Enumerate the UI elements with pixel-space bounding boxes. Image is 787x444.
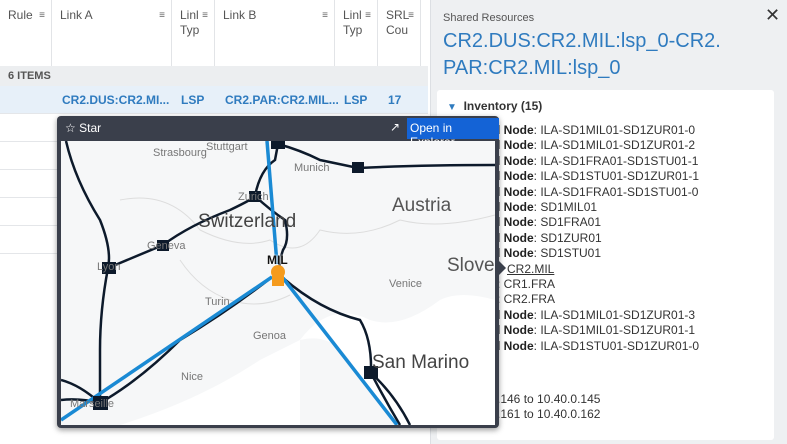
column-header-link-b-type[interactable]: Linl Typ ≡ (335, 0, 378, 66)
map-label: Geneva (147, 240, 186, 252)
inventory-item[interactable]: l Node: ILA-SD1MIL01-SD1ZUR01-2 (497, 138, 695, 152)
panel-subtitle: Shared Resources (443, 12, 535, 24)
filter-icon[interactable]: ≡ (322, 8, 328, 23)
inventory-item-value: : ILA-SD1STU01-SD1ZUR01-0 (533, 338, 700, 353)
inventory-item[interactable]: l Node: ILA-SD1FRA01-SD1STU01-1 (497, 154, 698, 168)
inventory-item[interactable]: l Node: ILA-SD1STU01-SD1ZUR01-0 (497, 339, 699, 353)
inventory-item-value: : SD1FRA01 (533, 215, 602, 230)
link-range-item: .146 to 10.40.0.145 (497, 392, 601, 406)
node-mil[interactable] (271, 265, 285, 279)
inventory-item-value: : ILA-SD1FRA01-SD1STU01-0 (533, 184, 699, 199)
inventory-item-type: l Node (497, 153, 534, 168)
map-label: Strasbourg (153, 147, 207, 159)
inventory-item-value: : SD1STU01 (533, 246, 602, 261)
inventory-item[interactable]: : CR2.FRA (497, 292, 555, 306)
filter-icon[interactable]: ≡ (159, 8, 165, 23)
inventory-item-value: CR2.MIL (507, 261, 555, 276)
column-header-link-a-type[interactable]: Linl Typ ≡ (172, 0, 215, 66)
inventory-item-type: l Node (497, 123, 534, 137)
map-label: Zurich (238, 191, 269, 203)
map-label: Venice (389, 278, 423, 290)
panel-title: CR2.DUS:CR2.MIL:lsp_0-CR2.PAR:CR2.MIL:ls… (443, 30, 721, 79)
inventory-item-type: l Node (497, 200, 534, 214)
inventory-item-type: l Node (497, 169, 534, 184)
inventory-item-value: : ILA-SD1MIL01-SD1ZUR01-3 (533, 307, 696, 322)
external-link-icon: ↗ (390, 120, 401, 134)
inventory-item-type: l Node (497, 215, 534, 230)
map-canvas (61, 141, 495, 425)
column-header-rule[interactable]: Rule ≡ (0, 0, 52, 66)
inventory-item-value: : ILA-SD1MIL01-SD1ZUR01-1 (533, 323, 696, 338)
table-row[interactable]: CR2.DUS:CR2.MI... LSP CR2.PAR:CR2.MIL...… (0, 86, 428, 114)
map-label: San Marino (372, 352, 470, 373)
inventory-toggle[interactable]: ▼ Inventory (15) (447, 99, 542, 113)
map-label: Switzerland (198, 211, 297, 232)
map-label: Marseille (70, 398, 115, 410)
inventory-item-type: l Node (497, 338, 534, 353)
caret-down-icon: ▼ (447, 102, 457, 113)
map-label: Slover (447, 255, 495, 276)
inventory-item[interactable]: : CR1.FRA (497, 277, 555, 291)
popup-arrow (499, 261, 506, 275)
link-range-item: .161 to 10.40.0.162 (497, 407, 601, 422)
inventory-item[interactable]: CR2.MIL (507, 262, 554, 276)
map-label: Austria (392, 195, 452, 216)
inventory-item[interactable]: l Node: ILA-SD1MIL01-SD1ZUR01-1 (497, 323, 695, 337)
column-header-link-a[interactable]: Link A ≡ (52, 0, 172, 66)
open-in-explorer-button[interactable]: Open in Explorer (407, 118, 499, 149)
map-label-mil: MIL (267, 253, 288, 267)
inventory-item[interactable]: l Node: ILA-SD1MIL01-SD1ZUR01-3 (497, 308, 695, 322)
column-header-link-b[interactable]: Link B ≡ (215, 0, 335, 66)
column-header-srlg-count[interactable]: SRL Cou ≡ (378, 0, 421, 66)
filter-icon[interactable]: ≡ (39, 8, 45, 23)
star-button[interactable]: ☆ Star (65, 121, 101, 135)
map-label: Munich (294, 162, 330, 174)
inventory-item-type: l Node (497, 246, 534, 261)
inventory-item-value: : CR2.FRA (497, 292, 556, 307)
inventory-item-type: l Node (497, 323, 534, 338)
inventory-item-value: : ILA-SD1FRA01-SD1STU01-1 (533, 153, 699, 168)
filter-icon[interactable]: ≡ (202, 8, 208, 23)
map-label: Lyon (97, 261, 121, 273)
map[interactable]: Strasbourg Stuttgart Munich Zurich Switz… (61, 141, 495, 425)
inventory-item-type: l Node (497, 138, 534, 153)
map-label: Nice (181, 371, 204, 383)
inventory-item-type: l Node (497, 184, 534, 199)
inventory-item[interactable]: l Node: SD1ZUR01 (497, 231, 602, 245)
star-icon: ☆ (65, 121, 76, 135)
inventory-item[interactable]: l Node: SD1MIL01 (497, 200, 597, 214)
inventory-item-value: : ILA-SD1MIL01-SD1ZUR01-0 (533, 123, 696, 137)
inventory-item[interactable]: l Node: SD1STU01 (497, 246, 601, 260)
inventory-item[interactable]: l Node: ILA-SD1STU01-SD1ZUR01-1 (497, 169, 699, 183)
inventory-item-value: : CR1.FRA (497, 277, 556, 291)
group-row: 6 ITEMS (0, 66, 428, 86)
inventory-item-type: l Node (497, 307, 534, 322)
map-label: Stuttgart (206, 141, 248, 153)
map-label: Turin (205, 296, 230, 308)
inventory-item[interactable]: l Node: ILA-SD1MIL01-SD1ZUR01-0 (497, 123, 695, 137)
inventory-item-value: : ILA-SD1STU01-SD1ZUR01-1 (533, 169, 700, 184)
inventory-item[interactable]: l Node: ILA-SD1FRA01-SD1STU01-0 (497, 185, 698, 199)
inventory-item-value: : SD1ZUR01 (533, 230, 602, 245)
inventory-item-type: l Node (497, 230, 534, 245)
close-icon[interactable]: ✕ (765, 5, 780, 26)
node-stuttgart[interactable] (271, 141, 285, 149)
filter-icon[interactable]: ≡ (365, 8, 371, 23)
inventory-item[interactable]: l Node: SD1FRA01 (497, 215, 601, 229)
filter-icon[interactable]: ≡ (408, 8, 414, 23)
inventory-item-value: : ILA-SD1MIL01-SD1ZUR01-2 (533, 138, 696, 153)
node-munich[interactable] (352, 162, 364, 173)
map-label: Genoa (253, 330, 287, 342)
inventory-item-value: : SD1MIL01 (533, 200, 598, 214)
